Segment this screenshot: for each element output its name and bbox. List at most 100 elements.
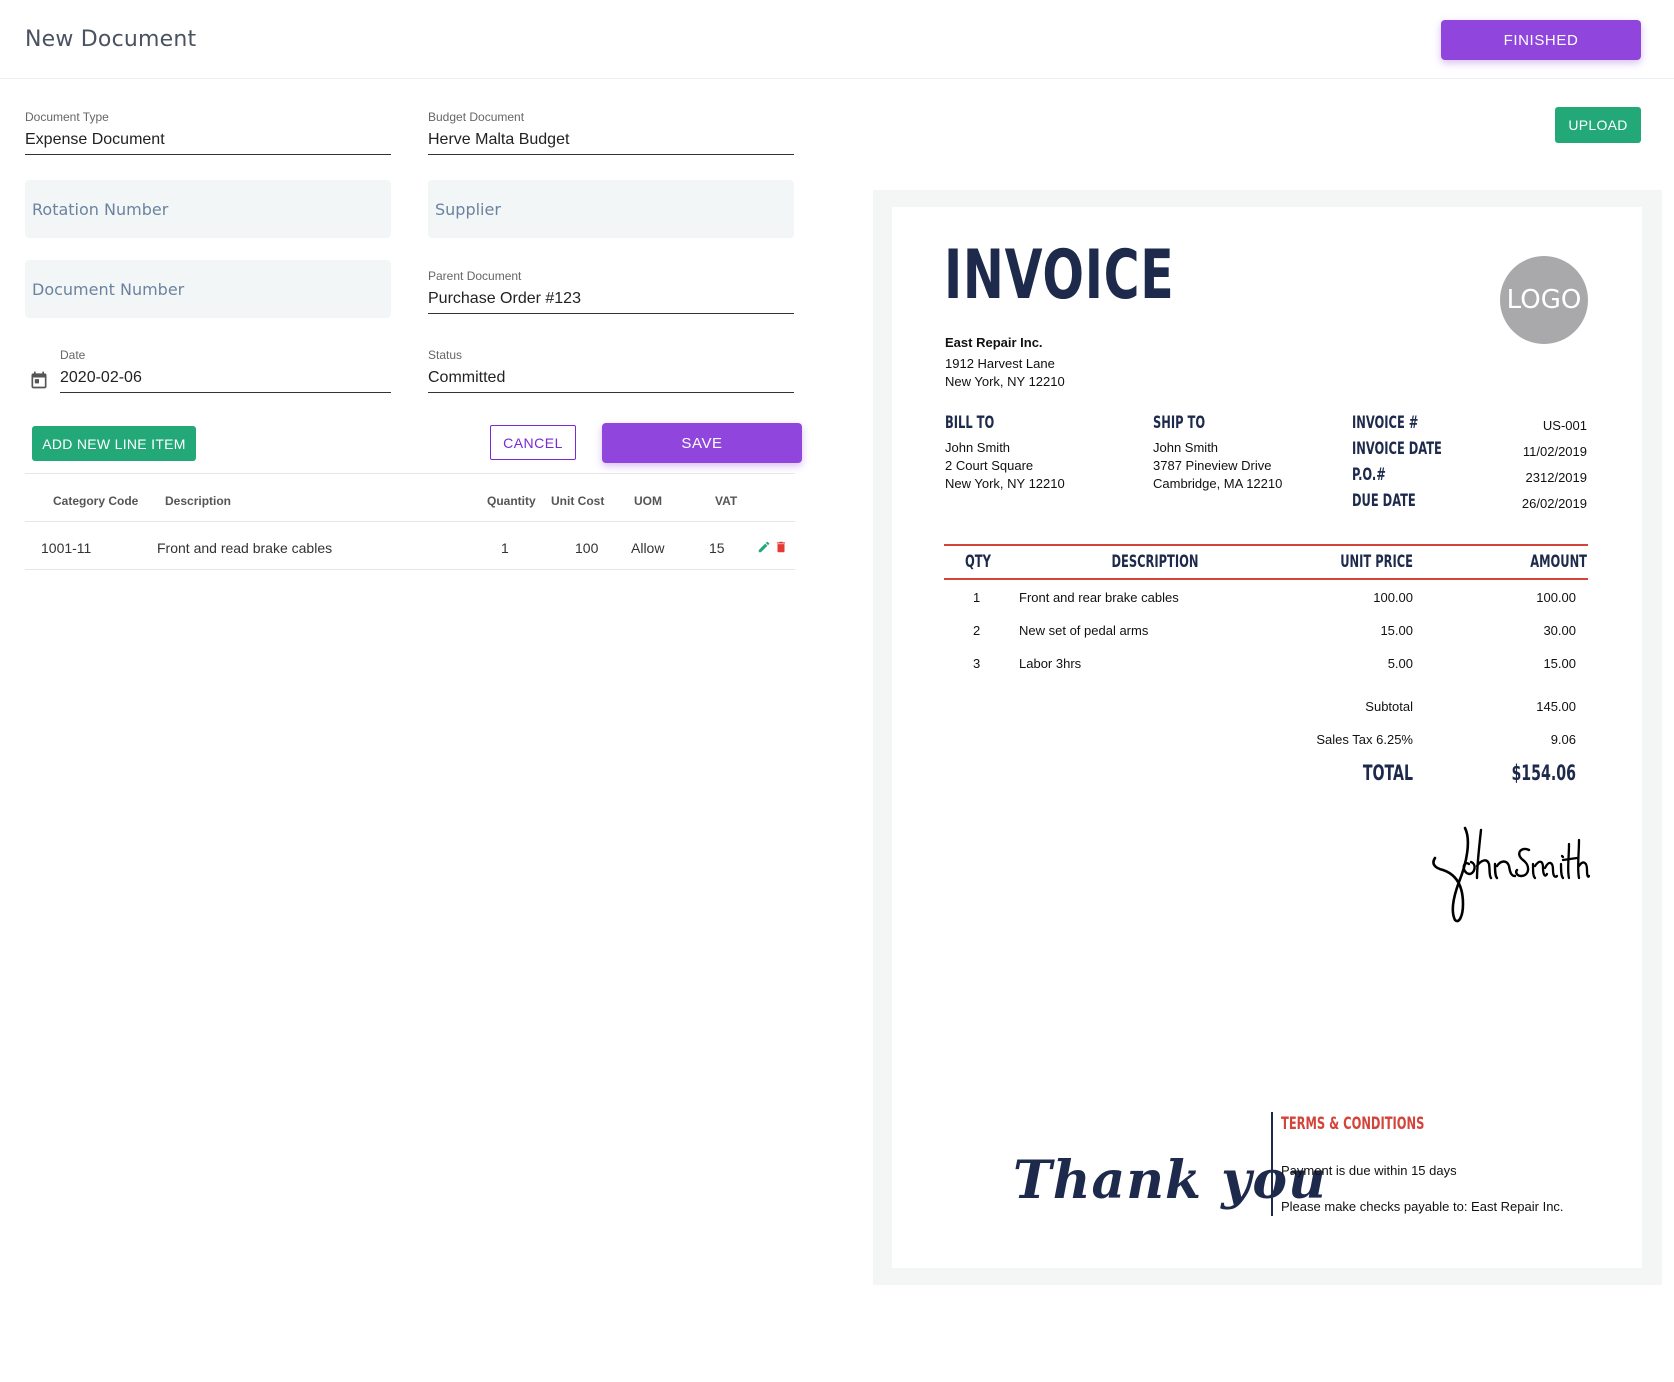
invoice-date-value: 11/02/2019 (1522, 444, 1587, 459)
logo-placeholder: LOGO (1500, 256, 1588, 344)
company-address-2: New York, NY 12210 (945, 374, 1065, 389)
item-description: New set of pedal arms (1019, 623, 1149, 638)
parent-document-value: Purchase Order #123 (428, 290, 581, 307)
due-date-label: DUE DATE (1352, 491, 1416, 511)
po-number-value: 2312/2019 (1525, 470, 1587, 485)
column-header-uom: UOM (634, 494, 662, 508)
column-header-quantity: Quantity (487, 494, 536, 508)
document-type-underline (25, 154, 391, 155)
budget-document-label: Budget Document (428, 110, 525, 124)
ship-to-address-1: 3787 Pineview Drive (1153, 458, 1272, 473)
document-type-value: Expense Document (25, 131, 165, 148)
thank-you-text: Thank you (1013, 1150, 1327, 1211)
item-description: Labor 3hrs (1019, 656, 1082, 671)
invoice-number-label: INVOICE # (1352, 413, 1419, 433)
row-category-code: 1001-11 (41, 540, 92, 556)
ship-to-address-2: Cambridge, MA 12210 (1153, 476, 1283, 491)
items-header-top-rule (944, 544, 1588, 546)
rotation-number-placeholder: Rotation Number (32, 199, 169, 219)
rotation-number-input[interactable]: Rotation Number (25, 180, 391, 238)
ship-to-heading: SHIP TO (1153, 413, 1206, 433)
table-header-divider (25, 521, 795, 522)
date-label: Date (60, 348, 86, 362)
budget-document-underline (428, 154, 794, 155)
pencil-icon[interactable] (757, 540, 771, 554)
page-title: New Document (25, 27, 197, 52)
item-amount: 30.00 (1543, 623, 1576, 638)
supplier-input[interactable]: Supplier (428, 180, 794, 238)
invoice-date-label: INVOICE DATE (1352, 439, 1442, 459)
terms-heading: TERMS & CONDITIONS (1281, 1114, 1425, 1134)
date-value: 2020-02-06 (60, 369, 142, 386)
table-top-divider (25, 473, 795, 474)
item-unit-price: 100.00 (1373, 590, 1413, 605)
status-field[interactable]: Status Committed (428, 346, 794, 394)
save-button[interactable]: SAVE (602, 423, 802, 463)
row-vat: 15 (709, 540, 725, 556)
item-amount: 15.00 (1543, 656, 1576, 671)
due-date-value: 26/02/2019 (1521, 496, 1587, 511)
bill-to-name: John Smith (945, 440, 1011, 455)
status-label: Status (428, 348, 463, 362)
finished-button[interactable]: FINISHED (1441, 20, 1641, 60)
supplier-placeholder: Supplier (435, 199, 501, 219)
status-underline (428, 392, 794, 393)
sales-tax-label: Sales Tax 6.25% (1316, 732, 1413, 747)
date-field[interactable]: Date 2020-02-06 (60, 346, 391, 394)
company-address-1: 1912 Harvest Lane (945, 356, 1055, 371)
item-description: Front and rear brake cables (1019, 590, 1179, 605)
document-type-field[interactable]: Document Type Expense Document (25, 108, 391, 156)
invoice-number-value: US-001 (1542, 418, 1587, 433)
terms-divider (1271, 1112, 1273, 1216)
items-col-unit-price: UNIT PRICE (1340, 552, 1413, 572)
bill-to-heading: BILL TO (945, 413, 995, 433)
date-underline (60, 392, 391, 393)
items-col-amount: AMOUNT (1530, 552, 1587, 572)
parent-document-field[interactable]: Parent Document Purchase Order #123 (428, 267, 794, 315)
bill-to-address-2: New York, NY 12210 (945, 476, 1065, 491)
item-qty: 3 (973, 656, 981, 671)
subtotal-label: Subtotal (1365, 699, 1413, 714)
parent-document-underline (428, 313, 794, 314)
row-unit-cost: 100 (575, 540, 599, 556)
company-name: East Repair Inc. (945, 335, 1043, 350)
item-qty: 2 (973, 623, 981, 638)
total-label: TOTAL (1362, 761, 1413, 785)
invoice-title: INVOICE (944, 236, 1175, 315)
item-unit-price: 5.00 (1387, 656, 1413, 671)
items-col-qty: QTY (965, 552, 991, 572)
sales-tax-value: 9.06 (1550, 732, 1576, 747)
row-uom: Allow (631, 540, 665, 556)
row-description: Front and read brake cables (157, 540, 333, 556)
status-value: Committed (428, 369, 506, 386)
document-type-label: Document Type (25, 110, 109, 124)
column-header-vat: VAT (715, 494, 738, 508)
trash-icon[interactable] (774, 540, 788, 554)
upload-button[interactable]: UPLOAD (1555, 107, 1641, 143)
budget-document-value: Herve Malta Budget (428, 131, 570, 148)
calendar-icon[interactable] (29, 370, 49, 390)
items-col-description: DESCRIPTION (1111, 552, 1199, 572)
signature-image (1432, 826, 1590, 923)
item-amount: 100.00 (1536, 590, 1576, 605)
item-unit-price: 15.00 (1380, 623, 1413, 638)
parent-document-label: Parent Document (428, 269, 522, 283)
cancel-button[interactable]: CANCEL (490, 425, 576, 460)
items-header-bottom-rule (944, 578, 1588, 580)
terms-line-1: Payment is due within 15 days (1281, 1163, 1457, 1178)
add-line-item-button[interactable]: ADD NEW LINE ITEM (32, 426, 196, 461)
top-bar: New Document FINISHED (0, 0, 1674, 79)
row-quantity: 1 (501, 540, 509, 556)
column-header-unit-cost: Unit Cost (551, 494, 605, 508)
document-number-input[interactable]: Document Number (25, 260, 391, 318)
ship-to-name: John Smith (1153, 440, 1219, 455)
po-number-label: P.O.# (1352, 465, 1386, 485)
table-row-divider (25, 569, 795, 570)
subtotal-value: 145.00 (1536, 699, 1576, 714)
terms-line-2: Please make checks payable to: East Repa… (1281, 1199, 1564, 1214)
document-number-placeholder: Document Number (32, 279, 185, 299)
budget-document-field[interactable]: Budget Document Herve Malta Budget (428, 108, 794, 156)
bill-to-address-1: 2 Court Square (945, 458, 1034, 473)
total-value: $154.06 (1511, 761, 1576, 785)
column-header-category-code: Category Code (53, 494, 139, 508)
